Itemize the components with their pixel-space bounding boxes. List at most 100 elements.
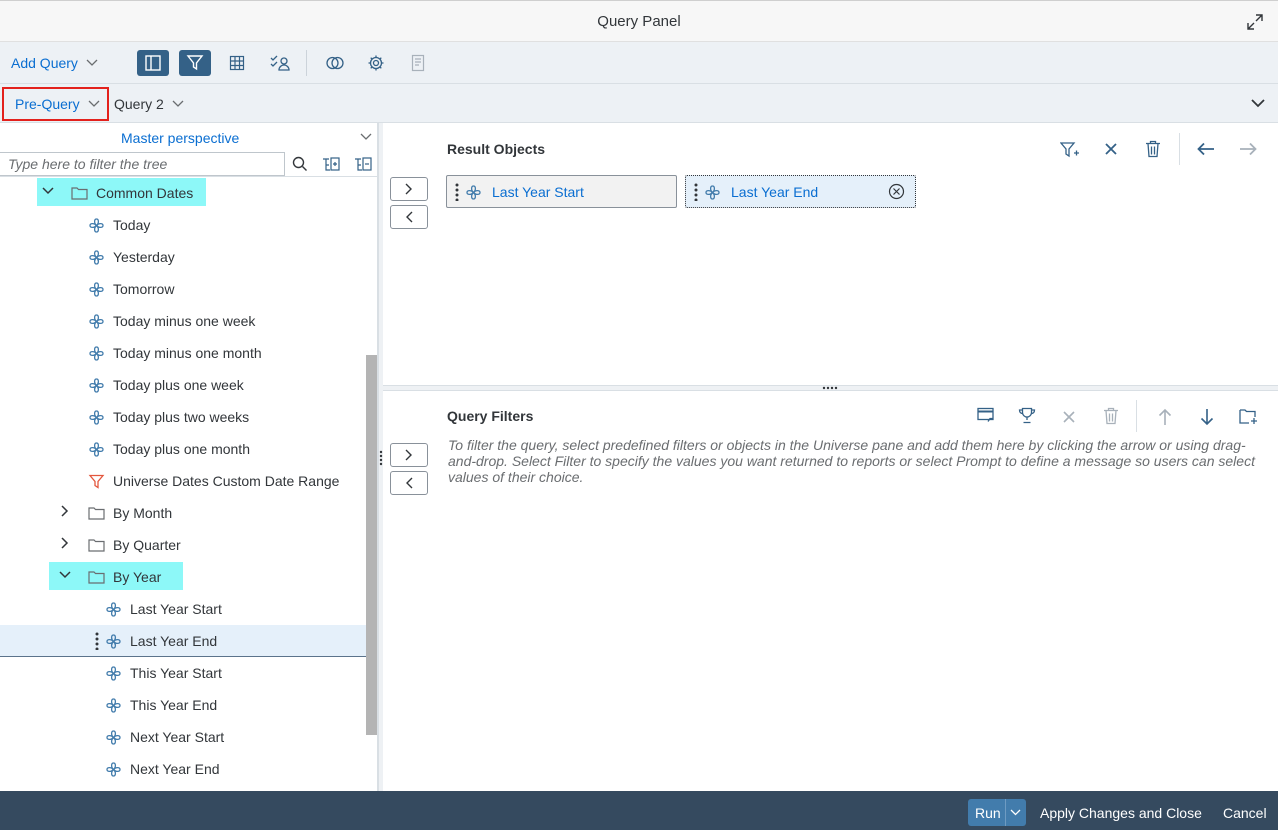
- tree-label: Last Year End: [130, 633, 218, 649]
- drag-handle-icon[interactable]: [694, 183, 698, 201]
- add-filter-icon[interactable]: [1060, 141, 1080, 159]
- add-query-button[interactable]: Add Query: [11, 55, 98, 71]
- splitter-grip-icon[interactable]: [822, 386, 838, 390]
- dimension-object-icon: [106, 697, 121, 713]
- dimension-object-icon: [705, 185, 720, 200]
- chevron-right-icon[interactable]: [61, 505, 69, 517]
- folder-icon: [88, 507, 105, 520]
- chevron-right-icon[interactable]: [61, 537, 69, 549]
- tree-item-today-minus-one-week[interactable]: Today minus one week: [0, 306, 366, 338]
- tree-folder-by-year[interactable]: By Year: [0, 562, 366, 594]
- tree-item-yesterday[interactable]: Yesterday: [0, 242, 366, 274]
- apply-changes-and-close-button[interactable]: Apply Changes and Close: [1040, 805, 1202, 821]
- dimension-object-icon: [89, 313, 104, 329]
- universe-outline-toggle[interactable]: [137, 50, 169, 76]
- tree-item-today-plus-one-week[interactable]: Today plus one week: [0, 370, 366, 402]
- dimension-object-icon: [106, 665, 121, 681]
- chevron-down-icon[interactable]: [88, 100, 100, 108]
- cancel-button[interactable]: Cancel: [1223, 805, 1267, 821]
- tree-label: Today minus one week: [113, 313, 256, 329]
- query-properties-button[interactable]: [360, 50, 392, 76]
- query-filters-hint: To filter the query, select predefined f…: [448, 437, 1255, 485]
- tree-item-next-year-end[interactable]: Next Year End: [0, 754, 366, 786]
- chevron-down-icon[interactable]: [42, 187, 54, 195]
- tree-item-today-plus-two-weeks[interactable]: Today plus two weeks: [0, 402, 366, 434]
- tree-filter-input[interactable]: [0, 152, 285, 176]
- tree-item-today-plus-one-month[interactable]: Today plus one month: [0, 434, 366, 466]
- query-filters-toggle[interactable]: [179, 50, 211, 76]
- run-button-separator: [1005, 799, 1006, 826]
- tree-label: Common Dates: [96, 185, 194, 201]
- fullscreen-icon[interactable]: [1246, 13, 1264, 31]
- universe-pane: Master perspective Common Dates Today: [0, 123, 378, 791]
- tree-label: Universe Dates Custom Date Range: [113, 473, 340, 489]
- arrow-right-icon[interactable]: [1239, 142, 1257, 156]
- add-query-label: Add Query: [11, 55, 78, 71]
- add-group-icon[interactable]: [1239, 408, 1258, 425]
- remove-from-results-button[interactable]: [390, 205, 428, 229]
- query-tabs-bar: Pre-Query Query 2: [0, 84, 1278, 123]
- tree-item-custom-date-range[interactable]: Universe Dates Custom Date Range: [0, 466, 366, 498]
- collapse-all-icon[interactable]: [354, 156, 372, 172]
- folder-icon: [71, 187, 88, 200]
- chevron-down-icon[interactable]: [1010, 809, 1021, 816]
- ranking-icon[interactable]: [1018, 407, 1036, 424]
- tab-query-2[interactable]: Query 2: [114, 96, 184, 112]
- check-users-icon: [270, 55, 290, 71]
- close-icon[interactable]: [1062, 410, 1076, 424]
- close-icon[interactable]: [1104, 142, 1118, 156]
- chevron-down-icon[interactable]: [59, 571, 71, 579]
- delete-icon[interactable]: [1145, 140, 1161, 158]
- tree-label: Next Year End: [130, 761, 220, 777]
- arrow-left-icon[interactable]: [1197, 142, 1215, 156]
- combined-query-button[interactable]: [319, 50, 351, 76]
- arrow-down-icon[interactable]: [1200, 408, 1214, 426]
- collapse-panel-icon[interactable]: [1250, 98, 1266, 108]
- tab-label: Pre-Query: [15, 96, 80, 112]
- dimension-object-icon: [89, 345, 104, 361]
- tree-filter-bar: [0, 151, 377, 177]
- drag-handle-icon[interactable]: [455, 183, 459, 201]
- add-to-filters-button[interactable]: [390, 443, 428, 467]
- view-script-button[interactable]: [402, 50, 434, 76]
- dimension-object-icon: [106, 633, 121, 649]
- tree-item-this-year-start[interactable]: This Year Start: [0, 658, 366, 690]
- drag-handle-icon[interactable]: [95, 632, 99, 650]
- remove-circle-icon[interactable]: [888, 183, 905, 200]
- chevron-left-icon: [406, 477, 413, 489]
- tree-folder-common-dates[interactable]: Common Dates: [0, 178, 366, 210]
- tree-item-last-year-start[interactable]: Last Year Start: [0, 594, 366, 626]
- tree-item-today-minus-one-month[interactable]: Today minus one month: [0, 338, 366, 370]
- dimension-object-icon: [89, 217, 104, 233]
- select-objects-button[interactable]: [264, 50, 296, 76]
- perspective-select[interactable]: Master perspective: [0, 127, 377, 151]
- add-to-results-button[interactable]: [390, 177, 428, 201]
- result-object-last-year-end[interactable]: Last Year End: [685, 175, 916, 208]
- chevron-down-icon: [360, 133, 372, 140]
- prompt-icon[interactable]: [977, 407, 994, 423]
- tree-item-this-year-end[interactable]: This Year End: [0, 690, 366, 722]
- tree-folder-by-quarter[interactable]: By Quarter: [0, 530, 366, 562]
- tree-item-today[interactable]: Today: [0, 210, 366, 242]
- footer-bar: Run Apply Changes and Close Cancel: [0, 791, 1278, 830]
- data-preview-toggle[interactable]: [221, 50, 253, 76]
- result-object-last-year-start[interactable]: Last Year Start: [446, 175, 677, 208]
- query-filters-title: Query Filters: [447, 408, 534, 424]
- dimension-object-icon: [89, 441, 104, 457]
- arrow-up-icon[interactable]: [1158, 408, 1172, 426]
- tree-scrollbar[interactable]: [366, 355, 377, 735]
- tree-item-next-year-start[interactable]: Next Year Start: [0, 722, 366, 754]
- run-button[interactable]: Run: [968, 799, 1026, 826]
- toolbar-separator: [1179, 133, 1180, 165]
- result-object-label: Last Year End: [731, 184, 819, 200]
- perspective-label: Master perspective: [121, 130, 240, 146]
- tree-item-last-year-end[interactable]: Last Year End: [0, 625, 366, 657]
- tree-item-tomorrow[interactable]: Tomorrow: [0, 274, 366, 306]
- chevron-down-icon[interactable]: [172, 100, 184, 108]
- delete-icon[interactable]: [1103, 407, 1119, 425]
- remove-from-filters-button[interactable]: [390, 471, 428, 495]
- tab-pre-query[interactable]: Pre-Query: [15, 96, 100, 112]
- tree-folder-by-month[interactable]: By Month: [0, 498, 366, 530]
- expand-all-icon[interactable]: [322, 156, 340, 172]
- search-icon[interactable]: [292, 156, 308, 172]
